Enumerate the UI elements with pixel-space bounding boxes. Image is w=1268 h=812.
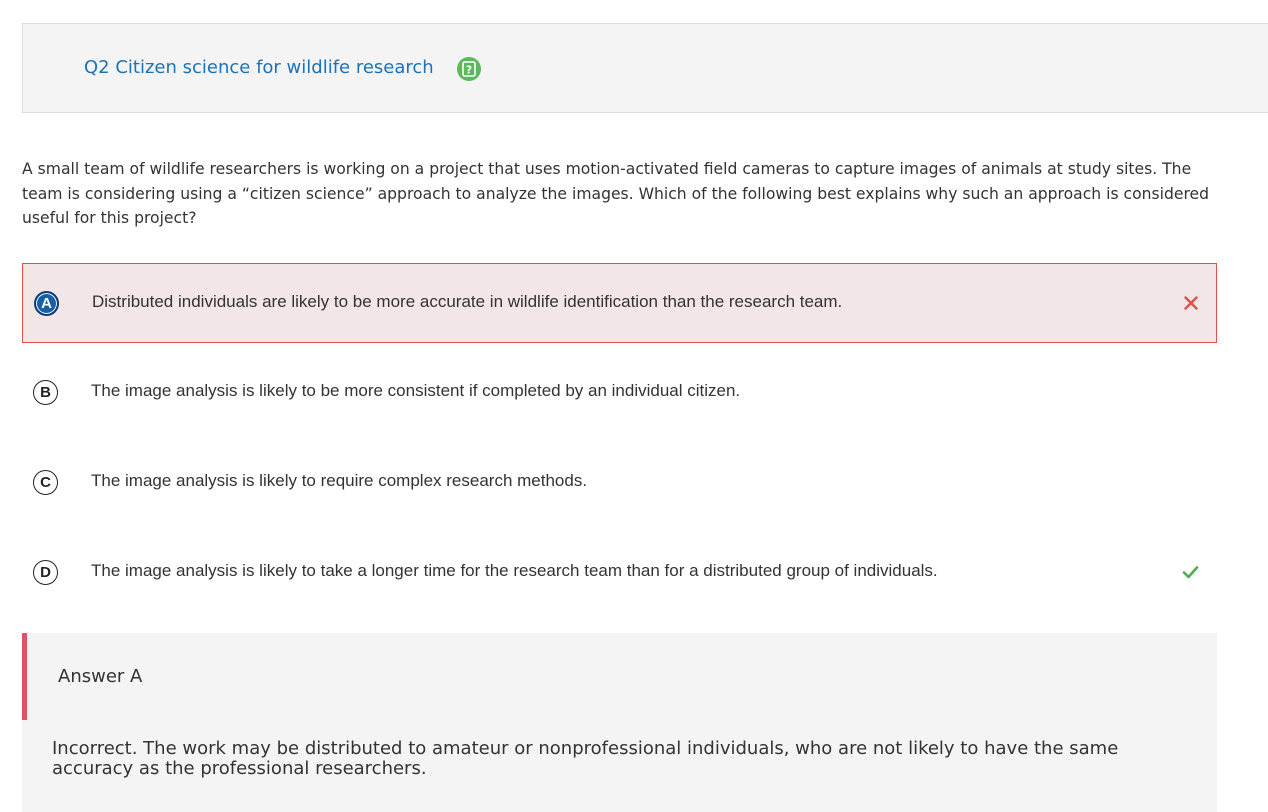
question-title: Q2 Citizen science for wildlife research xyxy=(84,57,434,78)
feedback-title: Answer A xyxy=(58,666,143,687)
option-letter: C xyxy=(33,470,58,495)
option-text: The image analysis is likely to be more … xyxy=(91,381,741,400)
svg-text:?: ? xyxy=(466,64,472,77)
option-d[interactable]: D The image analysis is likely to take a… xyxy=(22,533,1217,613)
option-text: The image analysis is likely to require … xyxy=(91,471,588,490)
question-mark-icon[interactable]: ? xyxy=(457,57,481,81)
option-letter: A xyxy=(34,291,59,316)
feedback-indicator-bar xyxy=(22,633,27,720)
option-text: Distributed individuals are likely to be… xyxy=(92,292,843,311)
feedback-text: Incorrect. The work may be distributed t… xyxy=(52,738,1119,779)
question-header: Q2 Citizen science for wildlife research… xyxy=(22,23,1268,113)
option-a[interactable]: A Distributed individuals are likely to … xyxy=(22,263,1217,343)
question-stem: A small team of wildlife researchers is … xyxy=(22,160,1210,227)
option-letter: D xyxy=(33,560,58,585)
option-c[interactable]: C The image analysis is likely to requir… xyxy=(22,443,1217,523)
option-letter: B xyxy=(33,380,58,405)
option-b[interactable]: B The image analysis is likely to be mor… xyxy=(22,353,1217,433)
incorrect-x-icon xyxy=(1179,291,1203,315)
correct-check-icon xyxy=(1178,560,1202,584)
answer-feedback: Answer A Incorrect. The work may be dist… xyxy=(22,633,1217,812)
option-text: The image analysis is likely to take a l… xyxy=(91,561,938,580)
